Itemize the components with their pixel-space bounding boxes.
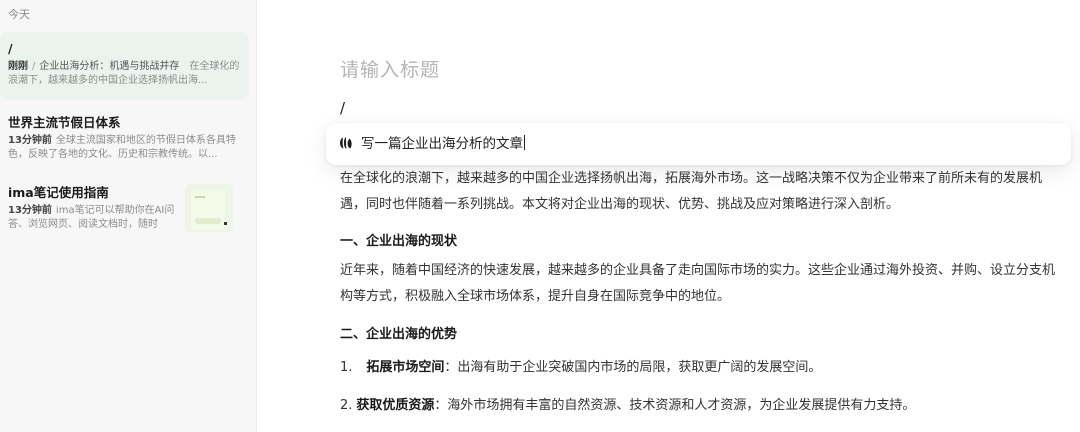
note-time: 刚刚 <box>8 61 28 72</box>
text-caret <box>524 135 525 150</box>
note-thumbnail <box>185 184 233 232</box>
note-title: / <box>8 41 13 56</box>
note-editor: 请输入标题 / 写一篇企业出海分析的文章 在全球化的浪潮下，越来越多的中国企业选… <box>257 0 1080 432</box>
note-snippet: 刚刚 / 企业出海分析：机遇与挑战并存 在全球化的浪潮下，越来越多的中国企业选择扬帆出… <box>8 60 241 88</box>
note-item-holidays[interactable]: 世界主流节假日体系 13分钟前 全球主流国家和地区的节假日体系各具特色，反映了各地… <box>0 106 249 174</box>
notes-sidebar: 今天 / 刚刚 / 企业出海分析：机遇与挑战并存 在全球化的浪潮下，越来越多的中国企业… <box>0 0 257 432</box>
group-label-today: 今天 <box>8 8 30 21</box>
note-snippet: 13分钟前ima笔记可以帮助你在AI问答、浏览网页、阅读文档时，随时随... <box>8 204 176 232</box>
ai-sparkle-icon <box>340 137 352 149</box>
ai-prompt-bar[interactable]: 写一篇企业出海分析的文章 <box>326 123 1071 165</box>
note-time: 13分钟前 <box>8 205 52 216</box>
list-item-1[interactable]: 1. 拓展市场空间：出海有助于企业突破国内市场的局限，获取更广阔的发展空间。 <box>340 358 821 378</box>
list-item-label: 获取优质资源 <box>356 398 435 413</box>
note-item-current[interactable]: / 刚刚 / 企业出海分析：机遇与挑战并存 在全球化的浪潮下，越来越多的中国企业选择扬… <box>0 32 249 100</box>
list-item-2[interactable]: 2. 获取优质资源：海外市场拥有丰富的自然资源、技术资源和人才资源，为企业发展提供… <box>340 396 915 416</box>
note-time: 13分钟前 <box>8 135 52 146</box>
ai-prompt-input[interactable]: 写一篇企业出海分析的文章 <box>361 135 525 153</box>
heading-advantages[interactable]: 二、企业出海的优势 <box>340 323 457 342</box>
slash-command-text[interactable]: / <box>340 99 345 117</box>
title-input[interactable]: 请输入标题 <box>340 55 440 82</box>
list-number: 2. <box>340 398 353 413</box>
list-item-label: 拓展市场空间 <box>366 360 445 375</box>
note-heading: 企业出海分析：机遇与挑战并存 <box>39 61 180 72</box>
app-window: 今天 / 刚刚 / 企业出海分析：机遇与挑战并存 在全球化的浪潮下，越来越多的中国企业… <box>0 0 1080 432</box>
ai-prompt-text: 写一篇企业出海分析的文章 <box>361 136 523 152</box>
note-title: 世界主流节假日体系 <box>8 115 121 130</box>
note-item-guide[interactable]: ima笔记使用指南 13分钟前 ima笔记可以帮助你在AI问答、浏览网页、阅读文档… <box>0 176 249 244</box>
note-snippet: 13分钟前 全球主流国家和地区的节假日体系各具特色，反映了各地的文化、历史和宗教传… <box>8 134 241 162</box>
list-item-text: ：出海有助于企业突破国内市场的局限，获取更广阔的发展空间。 <box>444 360 822 375</box>
list-number: 1. <box>340 360 353 375</box>
heading-status[interactable]: 一、企业出海的现状 <box>340 230 457 249</box>
paragraph-status[interactable]: 近年来，随着中国经济的快速发展，越来越多的企业具备了走向国际市场的实力。这些企业… <box>340 258 1060 310</box>
list-item-text: ：海外市场拥有丰富的自然资源、技术资源和人才资源，为企业发展提供有力支持。 <box>434 398 916 413</box>
paragraph-intro[interactable]: 在全球化的浪潮下，越来越多的中国企业选择扬帆出海，拓展海外市场。这一战略决策不仅… <box>340 166 1060 218</box>
note-separator: / <box>32 61 36 72</box>
